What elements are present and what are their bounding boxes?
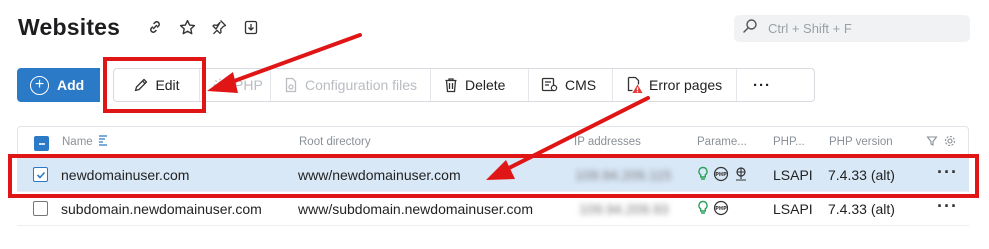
pencil-icon bbox=[135, 78, 148, 92]
cms-icon bbox=[541, 77, 558, 92]
php-version: 7.4.33 (alt) bbox=[828, 201, 895, 217]
star-icon[interactable] bbox=[178, 18, 196, 36]
column-header-root-directory[interactable]: Root directory bbox=[299, 136, 371, 148]
pin-icon[interactable] bbox=[210, 18, 228, 36]
configuration-files-label: Configuration files bbox=[305, 77, 418, 93]
column-header-php-version[interactable]: PHP version bbox=[829, 136, 893, 148]
php-button-label: PHP bbox=[234, 77, 263, 93]
search-input[interactable] bbox=[768, 21, 958, 36]
table-row[interactable]: subdomain.newdomainuser.com www/subdomai… bbox=[17, 192, 969, 226]
add-button-label: Add bbox=[57, 77, 85, 93]
parameters-cell: PHP bbox=[697, 166, 749, 182]
websites-table: Name Root directory IP addresses Parame.… bbox=[17, 126, 969, 226]
row-checkbox[interactable] bbox=[33, 201, 48, 216]
plus-icon: + bbox=[30, 75, 49, 95]
search-icon bbox=[742, 18, 758, 39]
column-header-name[interactable]: Name bbox=[62, 136, 93, 148]
delete-button[interactable]: Delete bbox=[431, 69, 529, 101]
delete-button-label: Delete bbox=[465, 77, 506, 93]
cms-button[interactable]: CMS bbox=[529, 69, 613, 101]
ip-address: 109.94.209.115 bbox=[575, 167, 672, 183]
column-header-php-mode[interactable]: PHP... bbox=[773, 136, 805, 148]
title-actions bbox=[146, 18, 260, 36]
toolbar: + Add Edit PHP Configuration files Delet… bbox=[17, 68, 815, 102]
config-file-icon bbox=[285, 77, 297, 93]
edit-button-label: Edit bbox=[155, 77, 180, 93]
php-mode: LSAPI bbox=[773, 201, 813, 217]
error-pages-label: Error pages bbox=[649, 77, 723, 93]
add-button[interactable]: + Add bbox=[17, 68, 100, 102]
bulb-icon bbox=[698, 166, 708, 180]
page-title: Websites bbox=[18, 14, 121, 40]
root-directory: www/subdomain.newdomainuser.com bbox=[298, 201, 533, 217]
column-header-ip-addresses[interactable]: IP addresses bbox=[574, 136, 641, 148]
ip-address: 109.94.209.93 bbox=[579, 201, 669, 217]
error-pages-button[interactable]: Error pages bbox=[613, 69, 737, 101]
row-more-button[interactable]: ··· bbox=[937, 196, 958, 217]
download-icon[interactable] bbox=[242, 18, 260, 36]
svg-text:PHP: PHP bbox=[715, 172, 727, 178]
php-icon: PHP bbox=[713, 200, 729, 216]
column-header-parameters[interactable]: Parame... bbox=[697, 136, 747, 148]
gear-icon bbox=[213, 78, 227, 92]
column-settings-icon[interactable] bbox=[944, 135, 956, 150]
search-box[interactable] bbox=[734, 15, 970, 42]
php-mode: LSAPI bbox=[773, 167, 813, 183]
row-more-button[interactable]: ··· bbox=[937, 162, 958, 183]
filter-icon[interactable] bbox=[926, 135, 938, 150]
table-header: Name Root directory IP addresses Parame.… bbox=[17, 126, 969, 158]
action-button-group: Edit PHP Configuration files Delete CMS … bbox=[113, 68, 815, 102]
bulb-icon bbox=[698, 200, 708, 214]
trash-icon bbox=[445, 78, 457, 93]
site-name[interactable]: subdomain.newdomainuser.com bbox=[61, 201, 262, 217]
select-all-checkbox[interactable] bbox=[34, 136, 49, 151]
table-row[interactable]: newdomainuser.com www/newdomainuser.com … bbox=[17, 158, 969, 192]
php-version: 7.4.33 (alt) bbox=[828, 167, 895, 183]
network-icon bbox=[736, 167, 746, 181]
sort-icon[interactable] bbox=[97, 134, 109, 151]
cms-button-label: CMS bbox=[565, 77, 597, 93]
php-icon: PHP bbox=[713, 166, 729, 182]
php-button[interactable]: PHP bbox=[200, 69, 271, 101]
configuration-files-button[interactable]: Configuration files bbox=[271, 69, 431, 101]
parameters-cell: PHP bbox=[697, 200, 729, 216]
error-page-icon bbox=[627, 76, 643, 93]
row-checkbox[interactable] bbox=[33, 167, 48, 182]
site-name[interactable]: newdomainuser.com bbox=[61, 167, 189, 183]
edit-button[interactable]: Edit bbox=[114, 69, 200, 101]
link-icon[interactable] bbox=[146, 18, 164, 36]
more-actions-button[interactable]: ··· bbox=[737, 69, 787, 101]
svg-text:PHP: PHP bbox=[715, 206, 727, 212]
root-directory: www/newdomainuser.com bbox=[298, 167, 461, 183]
